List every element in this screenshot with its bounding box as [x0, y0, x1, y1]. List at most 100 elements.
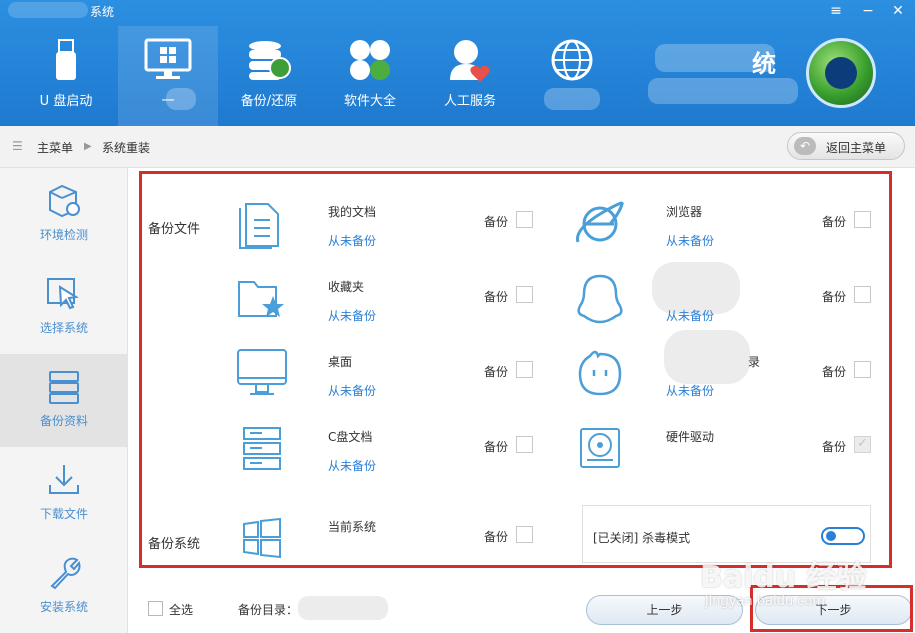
backup-checkbox-drivers [854, 436, 871, 453]
select-all-checkbox[interactable] [148, 601, 163, 616]
backup-checkbox-browser[interactable] [854, 211, 871, 228]
previous-step-label: 上一步 [646, 603, 683, 617]
backup-checkbox-favorites[interactable] [516, 286, 533, 303]
backup-item-status: 从未备份 [328, 234, 377, 248]
sidebar-item-backup-data[interactable]: 备份资料 [0, 354, 128, 447]
sidebar-item-env-check[interactable]: 环境检测 [0, 168, 128, 261]
drive-stack-icon [243, 427, 281, 470]
sidebar-item-label: 备份资料 [39, 414, 88, 428]
list-icon: ☰ [12, 139, 23, 153]
menu-icon[interactable]: ≡ [826, 3, 846, 19]
sidebar-item-download[interactable]: 下载文件 [0, 447, 128, 540]
back-to-menu-button[interactable]: ↶ 返回主菜单 [787, 132, 905, 160]
backup-checkbox-desktop[interactable] [516, 361, 533, 378]
backup-item-status: 从未备份 [666, 234, 715, 248]
backup-checkbox-label: 备份 [822, 290, 847, 304]
documents-icon [239, 203, 279, 249]
backup-files-label: 备份文件 [148, 222, 201, 237]
backup-checkbox-label: 备份 [484, 365, 509, 379]
top-bar: 系统 ≡ − ✕ U 盘启动 一 备份/还原 软件大全 人工服务 统 [0, 0, 915, 126]
nav-tab-label: 软件大全 [343, 94, 396, 109]
monitor-windows-icon [144, 38, 192, 79]
back-arrow-icon: ↶ [794, 137, 816, 155]
nav-tab-label: 备份/还原 [240, 94, 298, 109]
brand-redaction [648, 78, 798, 104]
nav-tab-software[interactable]: 软件大全 [320, 26, 420, 126]
backup-item-name: C盘文档 [328, 430, 373, 444]
backup-item-name: 录 [748, 355, 761, 369]
cursor-icon [47, 278, 79, 310]
backup-checkbox-chat[interactable] [854, 361, 871, 378]
antivirus-toggle[interactable] [821, 527, 865, 545]
download-icon [49, 465, 79, 494]
select-all-label: 全选 [169, 603, 194, 617]
backup-item-name: 硬件驱动 [666, 430, 715, 444]
wrench-icon [50, 557, 81, 590]
name-redaction [664, 330, 750, 384]
backup-item-name: 浏览器 [666, 205, 703, 219]
backup-checkbox-current-system[interactable] [516, 526, 533, 543]
breadcrumb-arrow-icon: ▶ [84, 141, 92, 152]
baidu-watermark: Baidu 经验 [700, 560, 867, 595]
backup-checkbox-my-documents[interactable] [516, 211, 533, 228]
breadcrumb-current: 系统重装 [102, 141, 151, 155]
backup-item-status: 从未备份 [666, 309, 715, 323]
sidebar-item-install[interactable]: 安装系统 [0, 540, 128, 633]
favorites-folder-icon [238, 281, 284, 317]
brand-logo [806, 38, 876, 108]
backup-checkbox-label: 备份 [822, 215, 847, 229]
nav-tab-usb-boot[interactable]: U 盘启动 [16, 26, 116, 126]
nav-tab-label: 人工服务 [443, 94, 496, 109]
backup-item-status: 从未备份 [328, 384, 377, 398]
hard-disk-icon [580, 428, 620, 468]
sidebar-item-label: 安装系统 [39, 600, 88, 614]
backup-checkbox-label: 备份 [484, 215, 509, 229]
apps-icon [350, 40, 390, 80]
nav-tab-service[interactable]: 人工服务 [420, 26, 520, 126]
backup-item-name: 我的文档 [328, 205, 377, 219]
browser-ie-icon [575, 201, 624, 243]
qq-penguin-icon [577, 274, 623, 324]
backup-checkbox-label: 备份 [822, 365, 847, 379]
back-button-label: 返回主菜单 [826, 141, 887, 155]
minimize-icon[interactable]: − [858, 3, 878, 19]
close-icon[interactable]: ✕ [888, 3, 908, 19]
baidu-watermark-url: jingyan.baidu.com [705, 594, 825, 609]
label-redaction [166, 88, 196, 110]
window-title: 系统 [90, 5, 115, 19]
backup-checkbox-label: 备份 [822, 440, 847, 454]
backup-system-item-name: 当前系统 [328, 520, 377, 534]
sidebar-item-select-system[interactable]: 选择系统 [0, 261, 128, 354]
brand-name: 统 [752, 50, 776, 78]
backup-checkbox-label: 备份 [484, 530, 509, 544]
label-redaction [544, 88, 600, 110]
breadcrumb-root[interactable]: 主菜单 [37, 139, 73, 156]
user-heart-icon [450, 40, 490, 82]
backup-checkbox-label: 备份 [484, 440, 509, 454]
usb-icon [56, 39, 76, 80]
backup-checkbox-label: 备份 [484, 290, 509, 304]
windows-logo-icon [243, 518, 281, 558]
server-icon [49, 371, 79, 404]
backup-dir-label: 备份目录： [238, 603, 299, 617]
chat-bubble-icon [578, 350, 622, 396]
nav-tab-web[interactable] [522, 26, 622, 126]
title-redaction [8, 2, 88, 18]
sidebar: 环境检测 选择系统 备份资料 下载文件 安装系统 [0, 168, 128, 633]
database-icon [249, 41, 291, 80]
backup-item-name: 桌面 [328, 355, 353, 369]
nav-tab-system[interactable]: 一 [118, 26, 218, 126]
backup-item-name: 收藏夹 [328, 280, 365, 294]
backup-checkbox-qq[interactable] [854, 286, 871, 303]
backup-item-status: 从未备份 [666, 384, 715, 398]
sidebar-item-label: 选择系统 [39, 321, 88, 335]
breadcrumb: ☰ 主菜单 ▶ 系统重装 ↶ 返回主菜单 [0, 126, 915, 168]
backup-item-status: 从未备份 [328, 309, 377, 323]
globe-icon [551, 39, 593, 81]
backup-checkbox-c-drive[interactable] [516, 436, 533, 453]
sidebar-item-label: 环境检测 [39, 228, 88, 242]
nav-tab-backup-restore[interactable]: 备份/还原 [219, 26, 319, 126]
desktop-monitor-icon [237, 349, 287, 395]
box-gear-icon [49, 184, 80, 218]
sidebar-item-label: 下载文件 [39, 507, 88, 521]
